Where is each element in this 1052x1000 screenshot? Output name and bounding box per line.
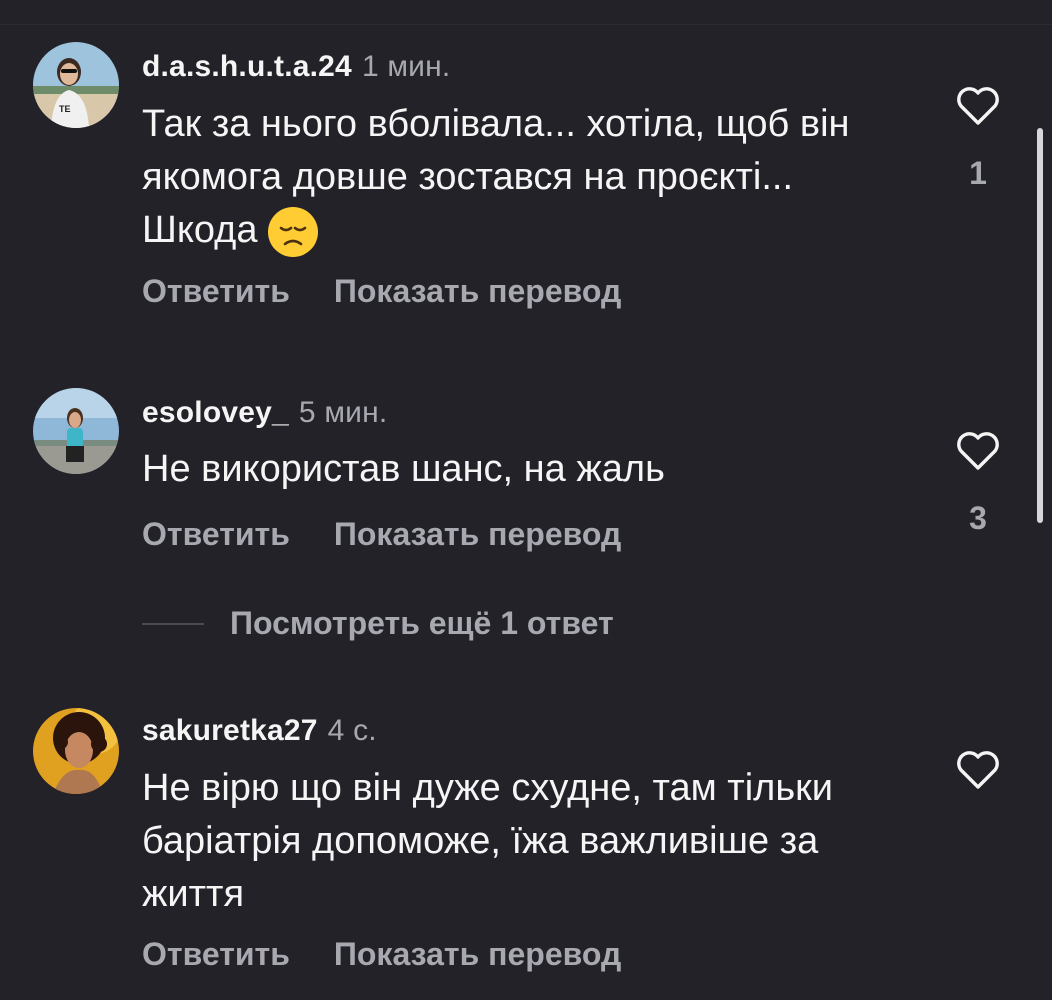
comment-text: Не вірю що він дуже схудне, там тільки б… xyxy=(142,767,833,915)
heart-icon xyxy=(957,87,999,125)
show-translation-button[interactable]: Показать перевод xyxy=(334,273,621,309)
more-replies-line xyxy=(142,622,204,625)
avatar-image: TE xyxy=(33,42,119,128)
view-more-replies-button[interactable]: Посмотреть ещё 1 ответ xyxy=(142,605,614,642)
avatar-image xyxy=(33,708,119,794)
more-replies-label: Посмотреть ещё 1 ответ xyxy=(230,605,614,641)
avatar[interactable] xyxy=(33,388,119,474)
comment-time: 5 мин. xyxy=(298,396,388,429)
show-translation-button[interactable]: Показать перевод xyxy=(334,516,621,552)
like-button[interactable] xyxy=(955,750,1001,790)
like-count: 3 xyxy=(969,500,987,536)
reply-button[interactable]: Ответить xyxy=(142,516,290,552)
reply-button[interactable]: Ответить xyxy=(142,936,290,972)
comment-username[interactable]: sakuretka27 4 с. xyxy=(142,714,377,748)
reply-button[interactable]: Ответить xyxy=(142,273,290,309)
disappointed-face-icon xyxy=(268,206,319,257)
scrollbar[interactable] xyxy=(1037,128,1043,523)
comment-actions: Ответить Показать перевод xyxy=(142,936,621,973)
comment-time: 4 с. xyxy=(327,714,377,747)
comment-text: Не використав шанс, на жаль xyxy=(142,448,665,490)
show-translation-button[interactable]: Показать перевод xyxy=(334,936,621,972)
avatar-image xyxy=(33,388,119,474)
comment-actions: Ответить Показать перевод xyxy=(142,273,621,310)
comment-time: 1 мин. xyxy=(361,50,451,83)
avatar[interactable] xyxy=(33,708,119,794)
heart-icon xyxy=(957,432,999,470)
comment-username[interactable]: esolovey_ 5 мин. xyxy=(142,396,387,430)
like-count: 1 xyxy=(969,155,987,191)
svg-text:TE: TE xyxy=(59,104,71,114)
like-button[interactable] xyxy=(955,86,1001,126)
comment-text: Так за нього вболівала... хотіла, щоб ві… xyxy=(142,98,902,258)
comment-username[interactable]: d.a.s.h.u.t.a.24 1 мин. xyxy=(142,50,450,84)
heart-icon xyxy=(957,751,999,789)
avatar[interactable]: TE xyxy=(33,42,119,128)
like-button[interactable] xyxy=(955,431,1001,471)
top-divider xyxy=(0,24,1052,25)
comment-actions: Ответить Показать перевод xyxy=(142,516,621,553)
